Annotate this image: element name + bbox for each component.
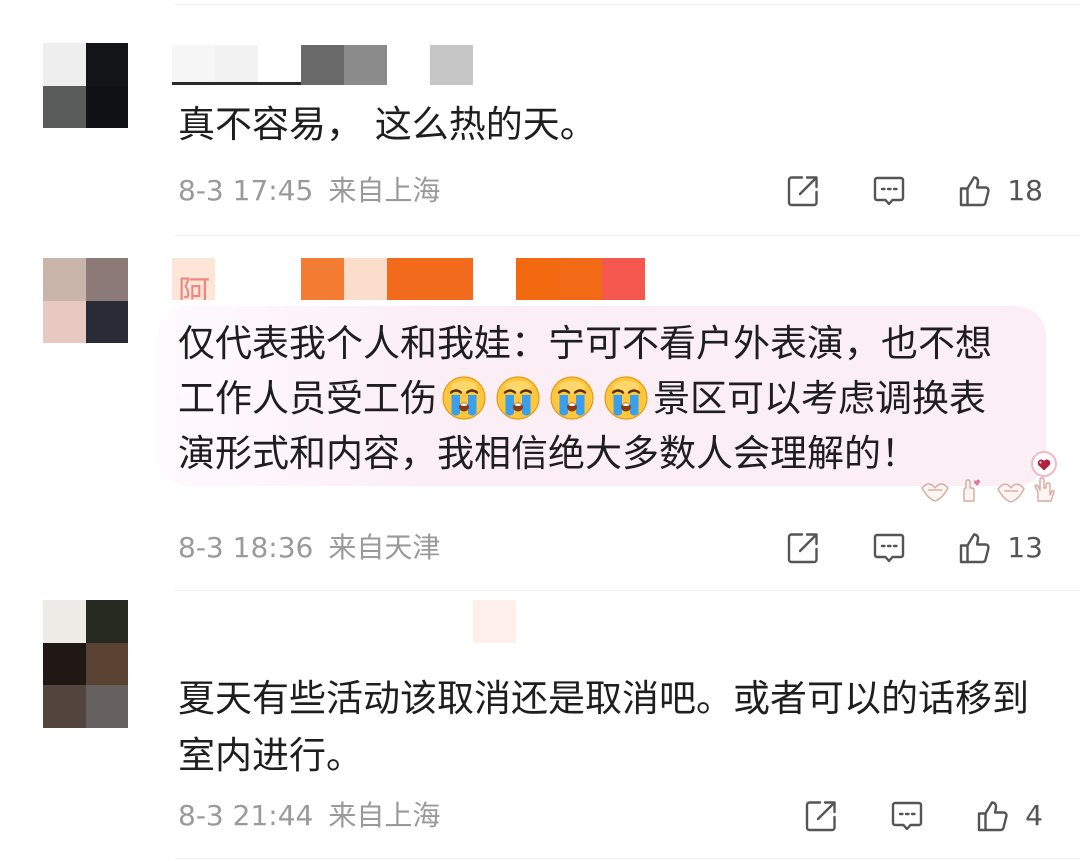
like-icon[interactable] — [957, 173, 993, 209]
share-button[interactable] — [785, 530, 821, 566]
reply-button[interactable] — [889, 798, 925, 834]
username-mosaic[interactable] — [172, 600, 516, 643]
username-mosaic-cell — [516, 258, 559, 300]
avatar-mosaic-cell — [43, 685, 86, 728]
like-button[interactable] — [975, 798, 1011, 834]
avatar[interactable] — [43, 600, 128, 728]
crying-face-icon — [599, 375, 653, 421]
avatar-mosaic-cell — [85, 300, 128, 343]
share-icon[interactable] — [785, 530, 821, 566]
avatar-mosaic-cell — [43, 85, 86, 128]
comment-text: 真不容易， 这么热的天。 — [178, 103, 597, 146]
like-count: 4 — [1025, 799, 1043, 832]
username-mosaic-cell — [344, 258, 387, 300]
like-icon[interactable] — [957, 530, 993, 566]
comment-time: 8-3 17:45 — [178, 174, 314, 207]
crying-face-icon — [437, 375, 491, 421]
comment-time: 8-3 18:36 — [178, 531, 314, 564]
username-mosaic-cell — [215, 258, 258, 300]
like-button[interactable] — [957, 530, 993, 566]
comment-item: 夏天有些活动该取消还是取消吧。或者可以的话移到室内进行。 8-3 21:44 来自… — [0, 591, 1080, 858]
username-mosaic-cell — [387, 258, 430, 300]
comment-icon[interactable] — [871, 530, 907, 566]
like-button[interactable] — [957, 173, 993, 209]
avatar-mosaic-cell — [85, 85, 128, 128]
username-mosaic-cell — [473, 258, 516, 300]
comment-location: 来自上海 — [328, 174, 441, 207]
username-mosaic[interactable]: 阿 — [172, 258, 645, 300]
comment-text: 仅代表我个人和我娃：宁可不看户外表演，也不想工作人员受工伤 景区可以考虑调换表演形… — [178, 316, 1008, 481]
avatar-mosaic-cell — [43, 300, 86, 343]
username-mosaic[interactable] — [172, 45, 473, 85]
comment-icon[interactable] — [889, 798, 925, 834]
avatar-mosaic-cell — [85, 258, 128, 301]
avatar-mosaic-cell — [85, 600, 128, 643]
username-mosaic-cell — [430, 600, 473, 643]
comment-actions: 13 — [785, 528, 1043, 568]
emoji-group — [437, 375, 653, 421]
username-mosaic-cell — [387, 600, 430, 643]
crying-face-icon — [545, 375, 599, 421]
username-mosaic-cell — [301, 258, 344, 300]
username-mosaic-cell — [301, 45, 344, 85]
username-mosaic-cell — [258, 258, 301, 300]
crying-face-icon — [491, 375, 545, 421]
comment-meta: 8-3 18:36 来自天津 — [178, 528, 440, 568]
username-mosaic-cell — [344, 600, 387, 643]
comment-item: 阿 仅代表我个人和我娃：宁可不看户外表演，也不想工作人员受工伤 景区可以考虑调换表… — [0, 236, 1080, 590]
share-icon[interactable] — [785, 173, 821, 209]
divider — [175, 858, 1080, 859]
avatar-mosaic-cell — [85, 43, 128, 86]
username-mosaic-cell — [301, 600, 344, 643]
avatar-mosaic-cell — [43, 642, 86, 686]
username-mosaic-cell — [430, 258, 473, 300]
share-button[interactable] — [785, 173, 821, 209]
username-mosaic-cell — [430, 45, 473, 85]
username-mosaic-cell — [258, 600, 301, 643]
share-button[interactable] — [803, 798, 839, 834]
username-mosaic-cell — [473, 600, 516, 643]
like-icon[interactable] — [975, 798, 1011, 834]
comment-list: 真不容易， 这么热的天。 8-3 17:45 来自上海 18 阿 仅代表我个人和我… — [0, 0, 1080, 861]
username-mosaic-cell — [344, 45, 387, 85]
comment-meta: 8-3 17:45 来自上海 — [178, 171, 440, 211]
comment-location: 来自天津 — [328, 531, 441, 564]
heart-hands-icon — [918, 477, 1058, 503]
comment-location: 来自上海 — [328, 799, 441, 832]
comment-meta: 8-3 21:44 来自上海 — [178, 796, 440, 836]
comment-actions: 18 — [785, 171, 1043, 211]
username-mosaic-cell — [172, 45, 215, 85]
share-icon[interactable] — [803, 798, 839, 834]
avatar-mosaic-cell — [43, 600, 86, 643]
like-count: 18 — [1007, 174, 1043, 207]
heart-badge-icon — [1029, 450, 1059, 478]
username-mosaic-cell — [215, 45, 258, 85]
avatar-mosaic-cell — [85, 642, 128, 686]
username-mosaic-cell — [602, 258, 645, 300]
username-fragment: 阿 — [178, 273, 211, 300]
reply-button[interactable] — [871, 173, 907, 209]
comment-text: 夏天有些活动该取消还是取消吧。或者可以的话移到室内进行。 — [178, 677, 1029, 777]
username-mosaic-cell — [172, 600, 215, 643]
comment-icon[interactable] — [871, 173, 907, 209]
avatar[interactable] — [43, 43, 128, 128]
comment-item: 真不容易， 这么热的天。 8-3 17:45 来自上海 18 — [0, 0, 1080, 235]
reply-button[interactable] — [871, 530, 907, 566]
avatar[interactable] — [43, 258, 128, 343]
avatar-mosaic-cell — [85, 685, 128, 728]
username-mosaic-cell — [258, 45, 301, 85]
username-mosaic-cell — [559, 258, 602, 300]
comment-actions: 4 — [803, 796, 1043, 836]
username-mosaic-cell — [215, 600, 258, 643]
comment-time: 8-3 21:44 — [178, 799, 314, 832]
like-count: 13 — [1007, 531, 1043, 564]
avatar-mosaic-cell — [43, 43, 86, 86]
avatar-mosaic-cell — [43, 258, 86, 301]
username-mosaic-cell — [387, 45, 430, 85]
